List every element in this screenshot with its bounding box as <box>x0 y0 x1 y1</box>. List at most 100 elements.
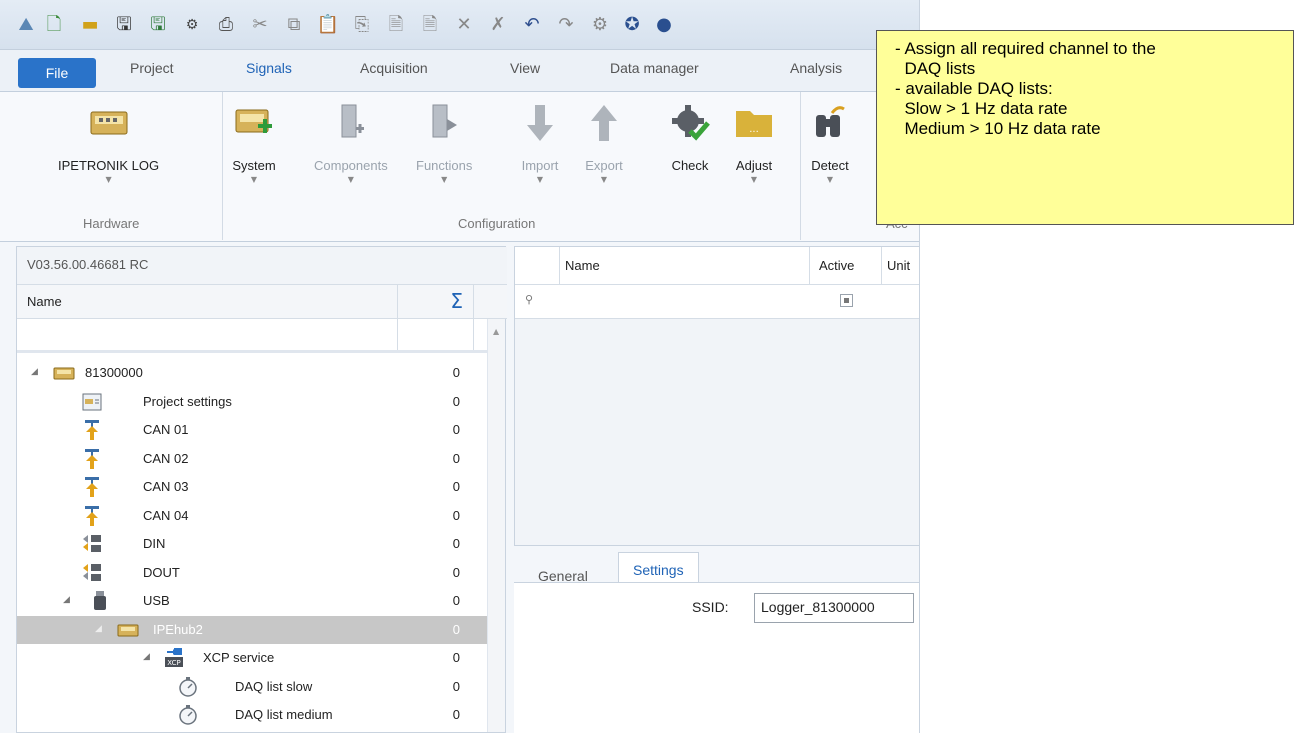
active-filter-checkbox[interactable] <box>840 294 853 307</box>
detect-button[interactable]: Detect ▼ <box>808 100 852 185</box>
logger-device-icon <box>53 367 75 380</box>
delete-icon[interactable]: ✕ <box>452 13 476 37</box>
tree-row[interactable]: Project settings 0 <box>17 388 487 417</box>
adjust-label: Adjust <box>735 158 773 173</box>
functions-button[interactable]: Functions ▼ <box>416 100 472 185</box>
tree-item-count: 0 <box>452 593 460 608</box>
sum-filter-cell[interactable] <box>397 319 474 350</box>
tree-view: ◢ 81300000 0 Project settings 0 CAN 01 0… <box>17 359 487 730</box>
help-icon[interactable]: ● <box>652 13 676 37</box>
copy-icon[interactable]: ⧉ <box>282 13 306 37</box>
tree-row[interactable]: DAQ list slow 0 <box>17 673 487 702</box>
vertical-scrollbar[interactable]: ▲ <box>487 319 505 732</box>
tree-item-count: 0 <box>452 707 460 722</box>
hub-device-icon <box>117 624 139 636</box>
svg-text:XCP: XCP <box>167 659 180 667</box>
tree-row[interactable]: ◢ XCP XCP service 0 <box>17 644 487 673</box>
tree-row[interactable]: CAN 04 0 <box>17 502 487 531</box>
system-label: System <box>232 158 276 173</box>
components-label: Components <box>314 158 388 173</box>
menu-bar: File Project Signals Acquisition View Da… <box>0 50 919 92</box>
system-button[interactable]: System ▼ <box>232 100 276 185</box>
collapse-icon[interactable]: ◢ <box>63 595 70 605</box>
pin-icon[interactable]: ⚲ <box>525 293 533 306</box>
active-column-header[interactable]: Active <box>819 258 854 273</box>
tree-item-label: DOUT <box>143 564 180 580</box>
undo-icon[interactable]: ↶ <box>520 13 544 37</box>
group-divider <box>800 92 801 240</box>
can-bus-icon <box>85 448 99 469</box>
paste-icon[interactable]: 📋 <box>316 13 340 37</box>
tree-item-count: 0 <box>452 650 460 665</box>
tree-item-count: 0 <box>452 678 460 694</box>
import-button[interactable]: Import ▼ <box>518 100 562 185</box>
name-column-header[interactable]: Name <box>27 294 62 309</box>
tab-signals[interactable]: Signals <box>246 60 292 76</box>
tree-row[interactable]: DOUT 0 <box>17 559 487 588</box>
tree-item-label: CAN 02 <box>143 450 189 466</box>
save-icon[interactable]: 🖫 <box>112 13 136 37</box>
tree-row[interactable]: CAN 03 0 <box>17 473 487 502</box>
tree-row[interactable]: ◢ 81300000 0 <box>17 359 487 388</box>
settings-gear-icon[interactable]: ⚙ <box>588 13 612 37</box>
export-label: Export <box>585 158 623 173</box>
save-as-icon[interactable]: 🖫 <box>146 13 170 37</box>
chevron-down-icon: ▼ <box>441 175 448 184</box>
import-doc-icon[interactable]: 🗎 <box>384 13 408 37</box>
print-icon[interactable]: ⎙ <box>214 13 238 37</box>
redo-icon[interactable]: ↷ <box>554 13 578 37</box>
can-bus-icon <box>85 420 99 440</box>
tree-item-label: Project settings <box>143 393 232 409</box>
tree-row[interactable]: ◢ USB 0 <box>17 587 487 616</box>
tab-analysis[interactable]: Analysis <box>790 60 842 76</box>
file-menu[interactable]: File <box>18 58 96 88</box>
note-line: DAQ lists <box>895 59 976 78</box>
ssid-field[interactable]: Logger_81300000 <box>754 593 914 623</box>
folder-icon: ... <box>732 100 776 146</box>
paste-special-icon[interactable]: ⎘ <box>350 13 374 37</box>
tree-row[interactable]: DIN 0 <box>17 530 487 559</box>
functions-icon <box>422 100 466 146</box>
ssid-label: SSID: <box>692 599 729 615</box>
new-file-icon[interactable]: 🗋 <box>42 13 66 37</box>
chevron-down-icon: ▼ <box>750 175 758 184</box>
collapse-icon[interactable]: ◢ <box>31 367 38 377</box>
app-logo-icon[interactable]: ⛰ <box>14 13 38 37</box>
export-doc-icon[interactable]: 🗎 <box>418 13 442 37</box>
cut-icon[interactable]: ✂ <box>248 13 272 37</box>
tree-row[interactable]: DAQ list medium 0 <box>17 701 487 730</box>
tab-view[interactable]: View <box>510 60 540 76</box>
import-arrow-icon <box>518 100 562 146</box>
tree-row[interactable]: CAN 01 0 <box>17 416 487 445</box>
sum-column-header[interactable]: Σ <box>397 285 474 319</box>
check-button[interactable]: Check <box>668 100 712 185</box>
adjust-button[interactable]: ... Adjust ▼ <box>732 100 776 185</box>
tree-item-count: 0 <box>452 536 460 551</box>
unit-column-header[interactable]: Unit <box>887 258 910 273</box>
group-divider <box>222 92 223 240</box>
tools-icon[interactable]: ✪ <box>620 13 644 37</box>
application-window: ⛰ 🗋 ▬ 🖫 🖫 ⚙ ⎙ ✂ ⧉ 📋 ⎘ 🗎 🗎 ✕ ✗ ↶ ↷ ⚙ ✪ ● … <box>0 0 920 733</box>
collapse-icon[interactable]: ◢ <box>143 652 150 662</box>
grid-filter-row[interactable]: ⚲ <box>515 285 919 319</box>
tab-data-manager[interactable]: Data manager <box>610 60 699 76</box>
project-settings-icon <box>82 393 102 410</box>
tab-acquisition[interactable]: Acquisition <box>360 60 428 76</box>
tree-filter-row[interactable] <box>17 319 487 353</box>
open-folder-icon[interactable]: ▬ <box>78 13 102 37</box>
name-column-header[interactable]: Name <box>565 258 600 273</box>
auto-icon[interactable]: ⚙ <box>180 13 204 37</box>
delete-all-icon[interactable]: ✗ <box>486 13 510 37</box>
svg-text:...: ... <box>749 124 759 135</box>
collapse-icon[interactable]: ◢ <box>95 624 102 634</box>
signal-tree-panel: V03.56.00.46681 RC Name Σ ▲ ◢ 81300000 0… <box>16 246 507 733</box>
export-button[interactable]: Export ▼ <box>582 100 626 185</box>
tree-row-selected[interactable]: ◢ IPEhub2 0 <box>17 615 487 644</box>
tree-item-label: IPEhub2 <box>153 621 203 637</box>
system-add-icon <box>232 100 276 146</box>
ipetronik-log-button[interactable]: IPETRONIK LOG ▼ <box>58 100 159 185</box>
tree-row[interactable]: CAN 02 0 <box>17 445 487 474</box>
scroll-up-icon[interactable]: ▲ <box>493 327 499 336</box>
components-button[interactable]: Components ▼ <box>314 100 388 185</box>
tab-project[interactable]: Project <box>130 60 174 76</box>
